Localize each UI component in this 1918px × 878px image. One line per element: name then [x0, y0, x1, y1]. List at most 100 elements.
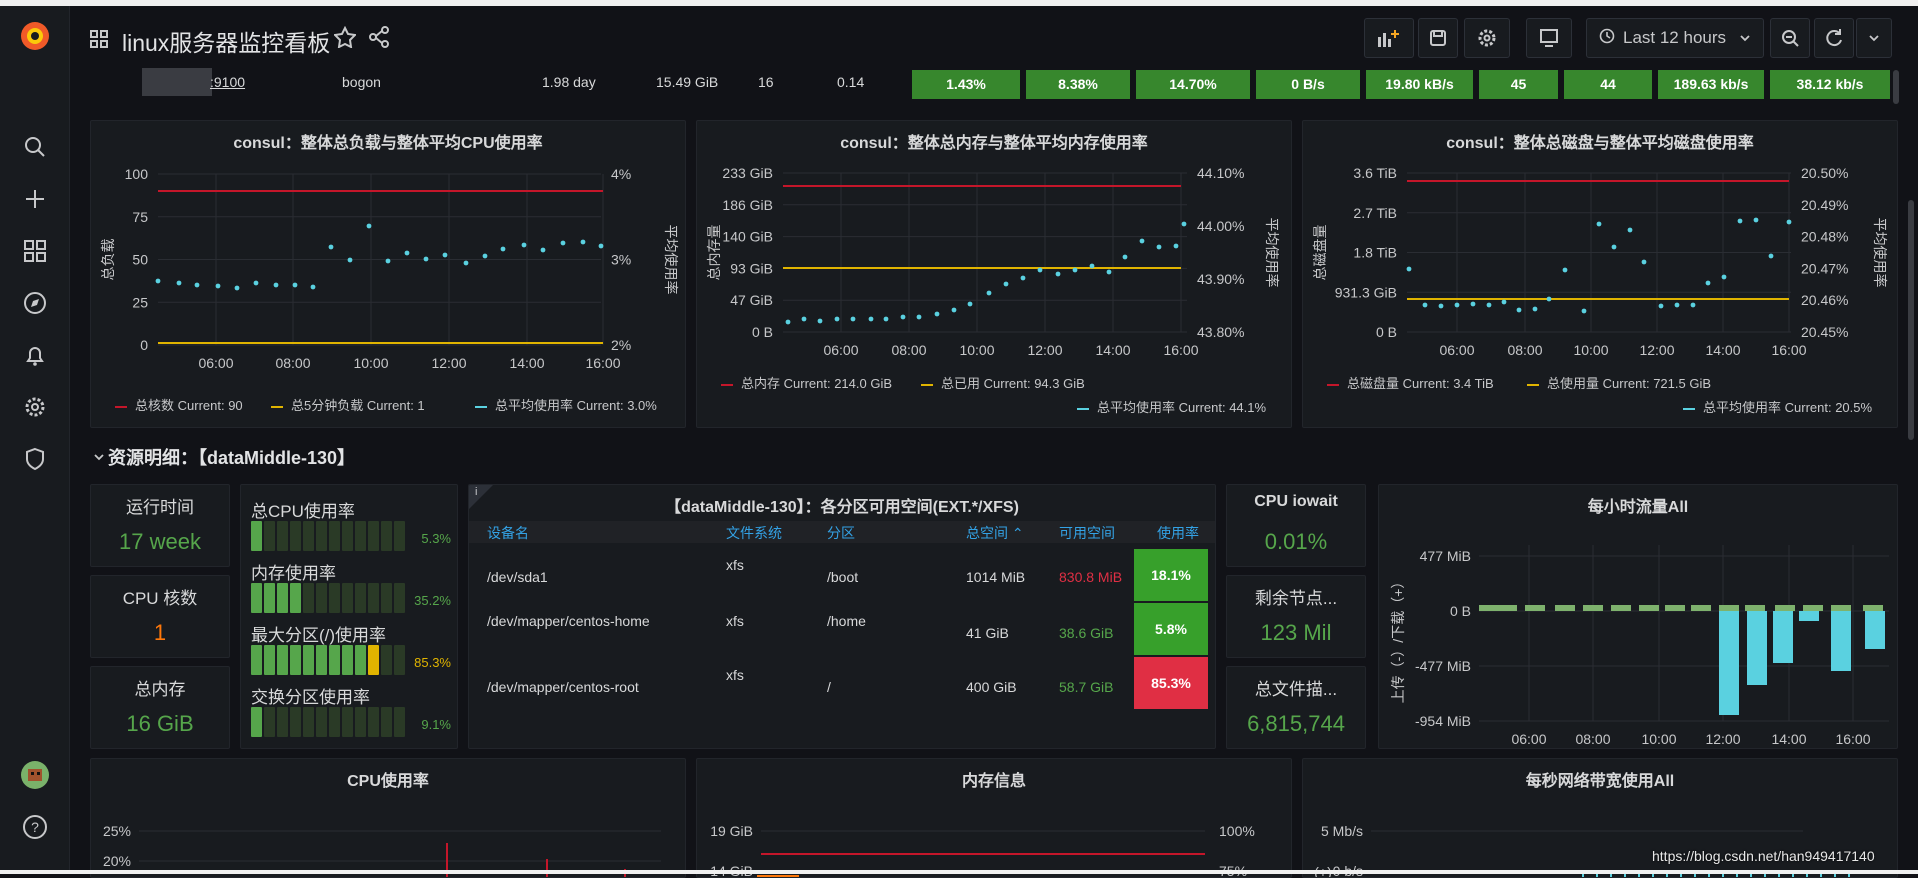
bar-gauge-segment	[264, 645, 275, 675]
bar-gauge-segment	[277, 521, 288, 551]
table-header-cell[interactable]: 分区	[827, 523, 855, 543]
refresh-interval-dropdown[interactable]	[1856, 18, 1892, 58]
bar-gauge-segment	[277, 583, 288, 613]
legend-item[interactable]: 总磁盘量 Current: 3.4 TiB	[1327, 373, 1494, 392]
legend-series-name: 总内存	[741, 376, 784, 391]
bar-gauge-panel: 总CPU使用率 5.3% 内存使用率 35.2% 最大分区(/)使用率 85.3% 交换分区…	[240, 484, 458, 749]
series-point-disk-usage	[1422, 302, 1428, 308]
settings-button[interactable]	[1464, 18, 1510, 58]
sidebar: ?	[0, 0, 70, 874]
search-icon[interactable]	[20, 132, 50, 162]
avatar[interactable]	[20, 760, 50, 790]
instance-cell[interactable]: :9100	[210, 74, 245, 90]
bar-gauge-segment	[290, 707, 301, 737]
series-point-disk-usage	[1658, 303, 1664, 309]
download-bar	[1583, 605, 1603, 611]
legend-item[interactable]: 总使用量 Current: 721.5 GiB	[1527, 373, 1711, 392]
panel-hourly-traffic: 每小时流量All 477 MiB 0 B -477 MiB -954 MiB 06:00…	[1378, 484, 1898, 749]
bar-gauge-value: 5.3%	[421, 531, 451, 546]
star-icon[interactable]	[332, 25, 358, 53]
panel-title[interactable]: 每小时流量All	[1379, 493, 1897, 517]
bell-icon[interactable]	[20, 340, 50, 370]
explore-icon[interactable]	[20, 288, 50, 318]
plus-icon[interactable]	[20, 184, 50, 214]
stat-cpu-iowait: CPU iowait 0.01%	[1226, 484, 1366, 567]
legend-item[interactable]: 总核数 Current: 90	[115, 395, 243, 414]
dashboard-title[interactable]: linux服务器监控看板	[122, 24, 330, 58]
time-picker[interactable]: Last 12 hours	[1586, 18, 1764, 58]
legend-item[interactable]: 总5分钟负载 Current: 1	[271, 395, 425, 414]
y2-tick-label: 44.10%	[1197, 165, 1244, 181]
series-point-disk-usage	[1674, 302, 1680, 308]
bar-gauge-segment	[264, 707, 275, 737]
upload-bar	[1773, 611, 1793, 663]
legend-item[interactable]: 总内存 Current: 214.0 GiB	[721, 373, 892, 392]
grafana-logo[interactable]	[17, 18, 53, 54]
x-tick-label: 10:00	[1573, 342, 1608, 358]
download-bar	[1719, 605, 1739, 611]
top-scrollbar[interactable]	[1893, 70, 1899, 104]
table-cell-mount: /boot	[827, 569, 859, 585]
legend-current: Current: 94.3 GiB	[983, 376, 1085, 391]
legend-item[interactable]: 总平均使用率 Current: 20.5%	[1683, 397, 1872, 416]
section-title[interactable]: 资源明细：【dataMiddle-130】	[108, 444, 355, 470]
panel-title[interactable]: CPU使用率	[91, 767, 685, 791]
dashboards-grid-icon[interactable]	[90, 30, 108, 53]
stat-label: 总文件描...	[1254, 680, 1338, 699]
bar-gauge-label: 最大分区(/)使用率	[251, 626, 387, 645]
panel-title[interactable]: consul：整体总负载与整体平均CPU使用率	[91, 129, 685, 153]
bar-gauge-segment	[342, 583, 353, 613]
panel-title[interactable]: 每秒网络带宽使用All	[1303, 767, 1897, 791]
scrollbar[interactable]	[1908, 200, 1914, 440]
dashboards-icon[interactable]	[20, 236, 50, 266]
panel-title[interactable]: consul：整体总磁盘与整体平均磁盘使用率	[1303, 129, 1897, 153]
bar-gauge-segment	[342, 707, 353, 737]
series-point-mem-usage	[817, 318, 823, 324]
bar-gauge-segment	[355, 707, 366, 737]
download-bar	[1639, 605, 1659, 611]
panel-title[interactable]: consul：整体总内存与整体平均内存使用率	[697, 129, 1291, 153]
shield-icon[interactable]	[20, 444, 50, 474]
help-icon[interactable]: ?	[20, 812, 50, 842]
series-point-disk-usage	[1581, 308, 1587, 314]
x-tick-label: 16:00	[585, 355, 620, 371]
legend-item[interactable]: 总平均使用率 Current: 44.1%	[1077, 397, 1266, 416]
zoom-out-button[interactable]	[1770, 18, 1810, 58]
table-cell-free: 830.8 MiB	[1059, 569, 1123, 585]
table-header-cell[interactable]: 可用空间	[1059, 523, 1115, 543]
table-header-cell[interactable]: 使用率	[1157, 523, 1199, 543]
series-point-cpu-usage	[442, 252, 448, 258]
save-button[interactable]	[1418, 18, 1458, 58]
y2-tick-label: 20.46%	[1801, 292, 1848, 308]
gear-icon[interactable]	[20, 392, 50, 422]
panel-cpu-usage: CPU使用率 25%20%15%	[90, 758, 686, 878]
bar-gauge-label: 内存使用率	[251, 564, 336, 583]
partition-table-panel: i 【dataMiddle-130】：各分区可用空间(EXT.*/XFS) 设备…	[468, 484, 1216, 749]
y-axis-label: 总磁盘量	[1312, 225, 1328, 281]
legend-item[interactable]: 总已用 Current: 94.3 GiB	[921, 373, 1085, 392]
legend-item[interactable]: 总平均使用率 Current: 3.0%	[475, 395, 657, 414]
refresh-button[interactable]	[1814, 18, 1854, 58]
stat-label: 总内存	[134, 680, 186, 699]
download-bar	[1863, 605, 1883, 611]
series-point-mem-usage	[951, 307, 957, 313]
stat-file-descriptors: 总文件描... 6,815,744	[1226, 666, 1366, 749]
tv-mode-button[interactable]	[1526, 18, 1572, 58]
x-tick-label: 06:00	[198, 355, 233, 371]
panel-title[interactable]: 内存信息	[697, 767, 1291, 791]
series-point-mem-usage	[868, 316, 874, 322]
panel-disk-total: consul：整体总磁盘与整体平均磁盘使用率 3.6 TiB 2.7 TiB 1.8…	[1302, 120, 1898, 428]
panel-title[interactable]: 【dataMiddle-130】：各分区可用空间(EXT.*/XFS)	[469, 493, 1215, 517]
y-tick-label: 25%	[103, 823, 131, 839]
add-panel-button[interactable]	[1364, 18, 1414, 58]
row-collapse-chevron-icon[interactable]	[94, 449, 104, 467]
legend-swatch	[921, 383, 933, 386]
share-icon[interactable]	[368, 26, 390, 53]
bar-gauge-segment	[329, 583, 340, 613]
legend-series-name: 总使用量	[1547, 376, 1603, 391]
table-header-cell[interactable]: 总空间 ⌃	[966, 523, 1024, 543]
y2-axis-label: 平均使用率	[1264, 218, 1280, 288]
table-header-cell[interactable]: 设备名	[487, 523, 529, 543]
table-header-cell[interactable]: 文件系统	[726, 523, 782, 543]
y-tick-label: 93 GiB	[730, 260, 773, 276]
